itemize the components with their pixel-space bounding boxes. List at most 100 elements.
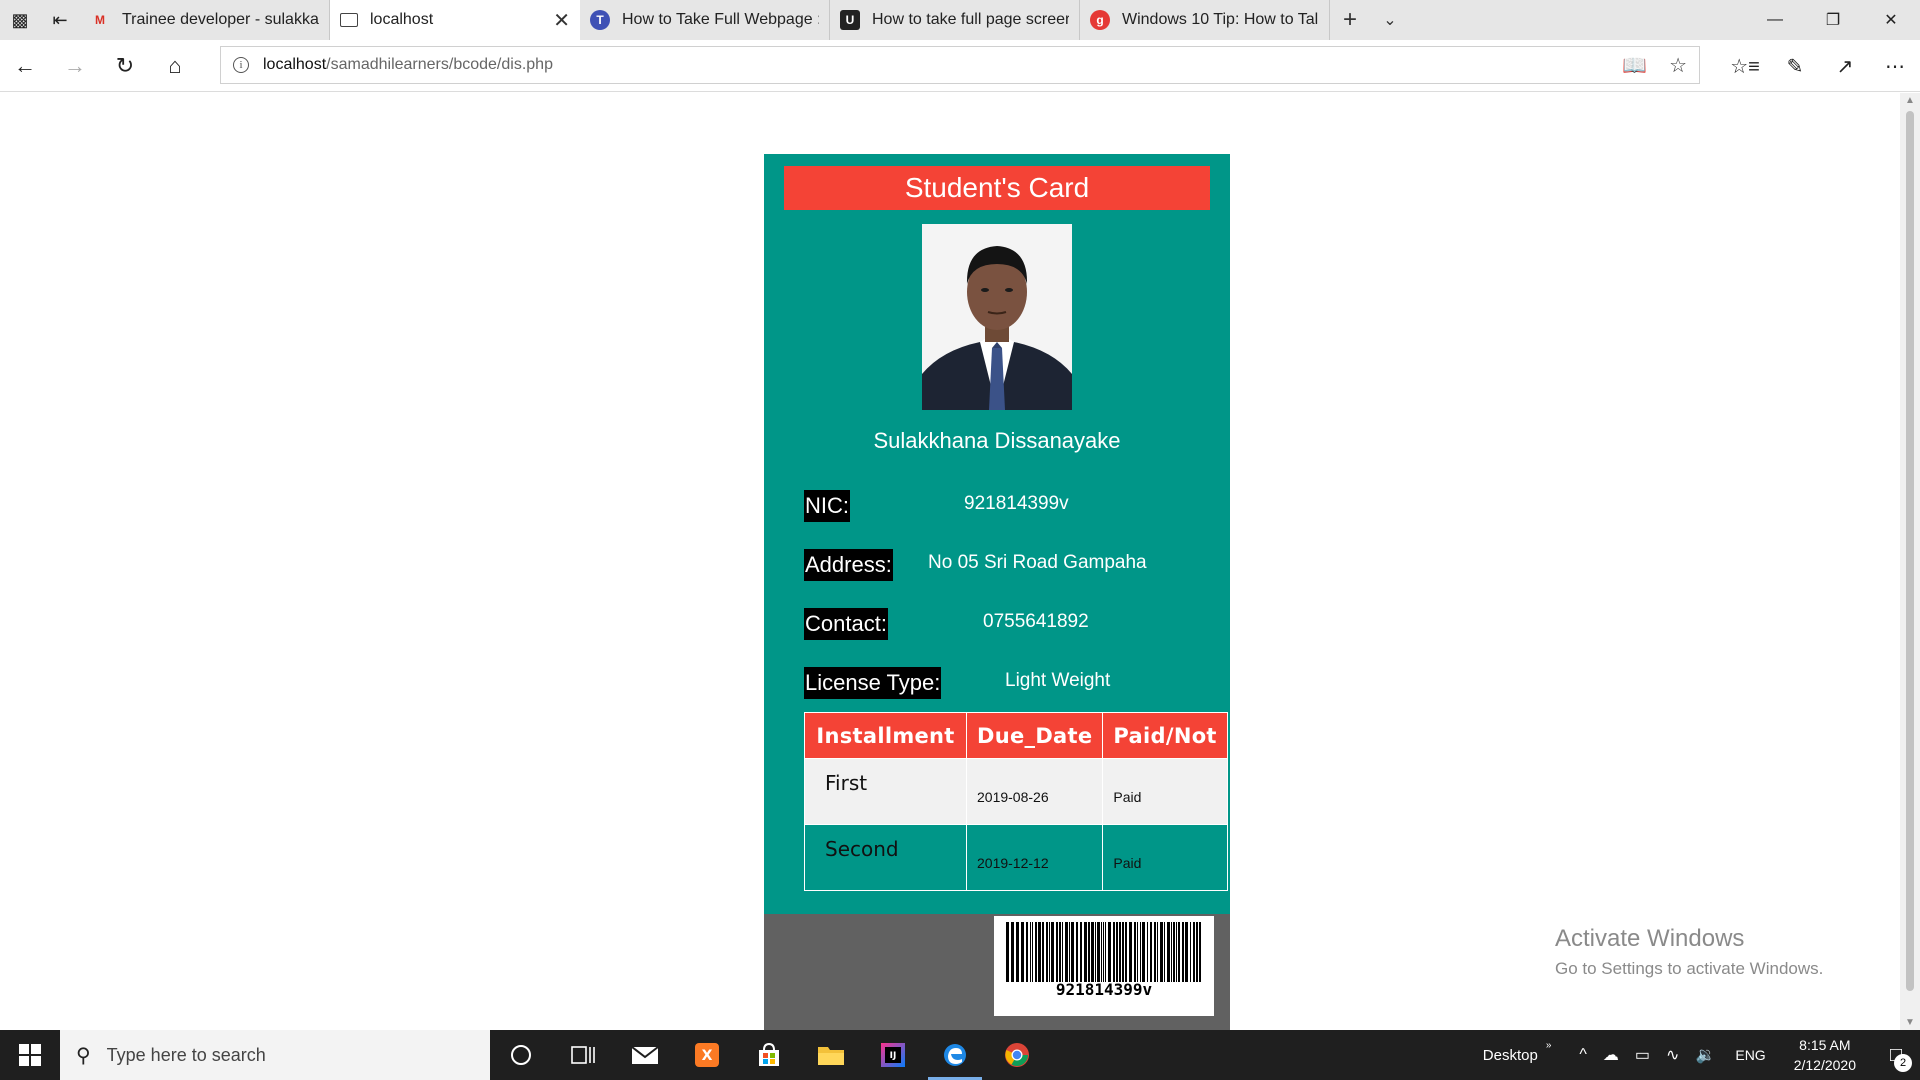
tab-gmail[interactable]: M Trainee developer - sulakkar <box>80 0 330 40</box>
task-view-icon[interactable] <box>552 1030 614 1080</box>
cortana-icon[interactable] <box>490 1030 552 1080</box>
xampp-icon[interactable]: X <box>676 1030 738 1080</box>
mail-icon[interactable] <box>614 1030 676 1080</box>
paid-status-cell: Paid <box>1102 824 1228 891</box>
svg-text:IJ: IJ <box>890 1051 897 1061</box>
navigation-bar: ← → ↻ ⌂ i localhost/samadhilearners/bcod… <box>0 40 1920 92</box>
barcode-bar <box>1071 922 1074 982</box>
url-path: /samadhilearners/bcode/dis.php <box>326 56 553 73</box>
barcode-number: 921814399v <box>1055 980 1153 999</box>
gmail-icon: M <box>95 13 105 27</box>
info-icon[interactable]: i <box>233 57 249 73</box>
battery-icon[interactable]: ▭ <box>1635 1045 1650 1065</box>
tab-windows-10-tip[interactable]: g Windows 10 Tip: How to Tal <box>1080 0 1330 40</box>
scroll-thumb[interactable] <box>1906 111 1914 991</box>
barcode-bar <box>1134 922 1136 982</box>
web-note-icon[interactable]: ✎ <box>1770 40 1820 92</box>
tab-localhost[interactable]: localhost ✕ <box>330 0 580 40</box>
barcode-bar <box>1069 922 1070 982</box>
home-icon[interactable]: ⌂ <box>150 40 200 92</box>
barcode-bar <box>1178 922 1180 982</box>
watermark-title: Activate Windows <box>1555 925 1745 952</box>
close-window-icon[interactable]: ✕ <box>1862 0 1920 40</box>
restore-icon[interactable]: ❐ <box>1804 0 1862 40</box>
page-scrollbar[interactable]: ▲ ▼ <box>1900 93 1920 1030</box>
show-hidden-icons-icon[interactable]: ^ <box>1579 1046 1587 1064</box>
contact-value: 0755641892 <box>983 611 1089 632</box>
tab-full-page-screenshot[interactable]: U How to take full page screer <box>830 0 1080 40</box>
barcode-bar <box>1080 922 1082 982</box>
student-name: Sulakkhana Dissanayake <box>873 428 1121 453</box>
wifi-icon[interactable]: ∿ <box>1666 1045 1679 1065</box>
share-icon[interactable]: ↗ <box>1820 40 1870 92</box>
close-tab-icon[interactable]: ✕ <box>553 8 570 33</box>
action-center-icon[interactable]: □ 2 <box>1872 1030 1920 1080</box>
double-chevron-icon[interactable]: » <box>1546 1040 1552 1051</box>
barcode-bar <box>1160 922 1163 982</box>
scroll-up-icon[interactable]: ▲ <box>1905 95 1915 106</box>
tab-label: Windows 10 Tip: How to Tal <box>1122 11 1319 28</box>
language-indicator[interactable]: ENG <box>1735 1047 1765 1063</box>
store-icon[interactable] <box>738 1030 800 1080</box>
address-label: Address: <box>804 549 893 581</box>
taskbar: ⚲ Type here to search X IJ Desktop » ^ ☁… <box>0 1030 1920 1080</box>
barcode-bar <box>1016 922 1019 982</box>
back-icon[interactable]: ← <box>0 40 50 92</box>
table-header-row: Installment Due_Date Paid/Not <box>804 712 1228 759</box>
intellij-icon[interactable]: IJ <box>862 1030 924 1080</box>
browser-tools: ☆≡ ✎ ↗ ⋯ <box>1720 40 1920 92</box>
reading-view-icon[interactable]: 📖 <box>1622 53 1647 78</box>
system-tray: Desktop » ^ ☁ ▭ ∿ 🔉 ENG 8:15 AM 2/12/202… <box>1483 1030 1920 1080</box>
scroll-down-icon[interactable]: ▼ <box>1905 1017 1915 1028</box>
student-portrait-icon <box>922 224 1072 410</box>
tab-label: How to Take Full Webpage : <box>622 11 819 28</box>
nic-value: 921814399v <box>964 493 1069 514</box>
activation-watermark: Activate Windows Go to Settings to activ… <box>1555 925 1823 979</box>
desktop-toolbar-label[interactable]: Desktop <box>1483 1047 1538 1064</box>
more-icon[interactable]: ⋯ <box>1870 40 1920 92</box>
favorite-star-icon[interactable]: ☆ <box>1669 53 1687 78</box>
tab-how-to-full-webpage[interactable]: T How to Take Full Webpage : <box>580 0 830 40</box>
set-aside-tabs-icon[interactable]: ⇤ <box>40 0 80 40</box>
barcode-bar <box>1091 922 1094 982</box>
barcode-bar <box>1026 922 1028 982</box>
barcode-bar <box>1056 922 1058 982</box>
barcode-bar <box>1185 922 1188 982</box>
edge-icon[interactable] <box>924 1030 986 1080</box>
barcode-bar <box>1140 922 1141 982</box>
chevron-down-icon[interactable]: ⌄ <box>1370 0 1410 40</box>
svg-text:X: X <box>702 1048 713 1064</box>
new-tab-icon[interactable]: + <box>1330 0 1370 40</box>
forward-icon[interactable]: → <box>50 40 100 92</box>
volume-icon[interactable]: 🔉 <box>1695 1045 1715 1065</box>
barcode-bar <box>1051 922 1054 982</box>
start-button[interactable] <box>0 1030 60 1080</box>
barcode-bar <box>1173 922 1175 982</box>
nic-label: NIC: <box>804 490 850 522</box>
browser-tab-bar: ▩ ⇤ M Trainee developer - sulakkar local… <box>0 0 1920 40</box>
barcode-bar <box>1182 922 1184 982</box>
barcode-bar <box>1046 922 1048 982</box>
chrome-icon[interactable] <box>986 1030 1048 1080</box>
barcode-bar <box>1030 922 1031 982</box>
installment-header: Installment <box>804 712 967 759</box>
search-placeholder: Type here to search <box>106 1044 266 1065</box>
tab-actions-icon[interactable]: ▩ <box>0 0 40 40</box>
favorites-icon[interactable]: ☆≡ <box>1720 40 1770 92</box>
g-icon: g <box>1090 10 1110 30</box>
file-explorer-icon[interactable] <box>800 1030 862 1080</box>
barcode-bar <box>1108 922 1111 982</box>
minimize-icon[interactable]: — <box>1746 0 1804 40</box>
refresh-icon[interactable]: ↻ <box>100 40 150 92</box>
taskbar-search[interactable]: ⚲ Type here to search <box>60 1030 490 1080</box>
barcode-bar <box>1167 922 1170 982</box>
address-bar[interactable]: i localhost/samadhilearners/bcode/dis.ph… <box>220 46 1700 84</box>
page-icon <box>340 13 358 27</box>
clock[interactable]: 8:15 AM 2/12/2020 <box>1794 1035 1856 1075</box>
onedrive-icon[interactable]: ☁ <box>1603 1045 1619 1065</box>
barcode-bar <box>1157 922 1158 982</box>
student-card: Student's Card Sulakkhana Dissanayake NI… <box>764 154 1230 914</box>
notification-badge: 2 <box>1894 1054 1912 1072</box>
barcode-bar <box>1113 922 1115 982</box>
barcode-bar <box>1137 922 1138 982</box>
